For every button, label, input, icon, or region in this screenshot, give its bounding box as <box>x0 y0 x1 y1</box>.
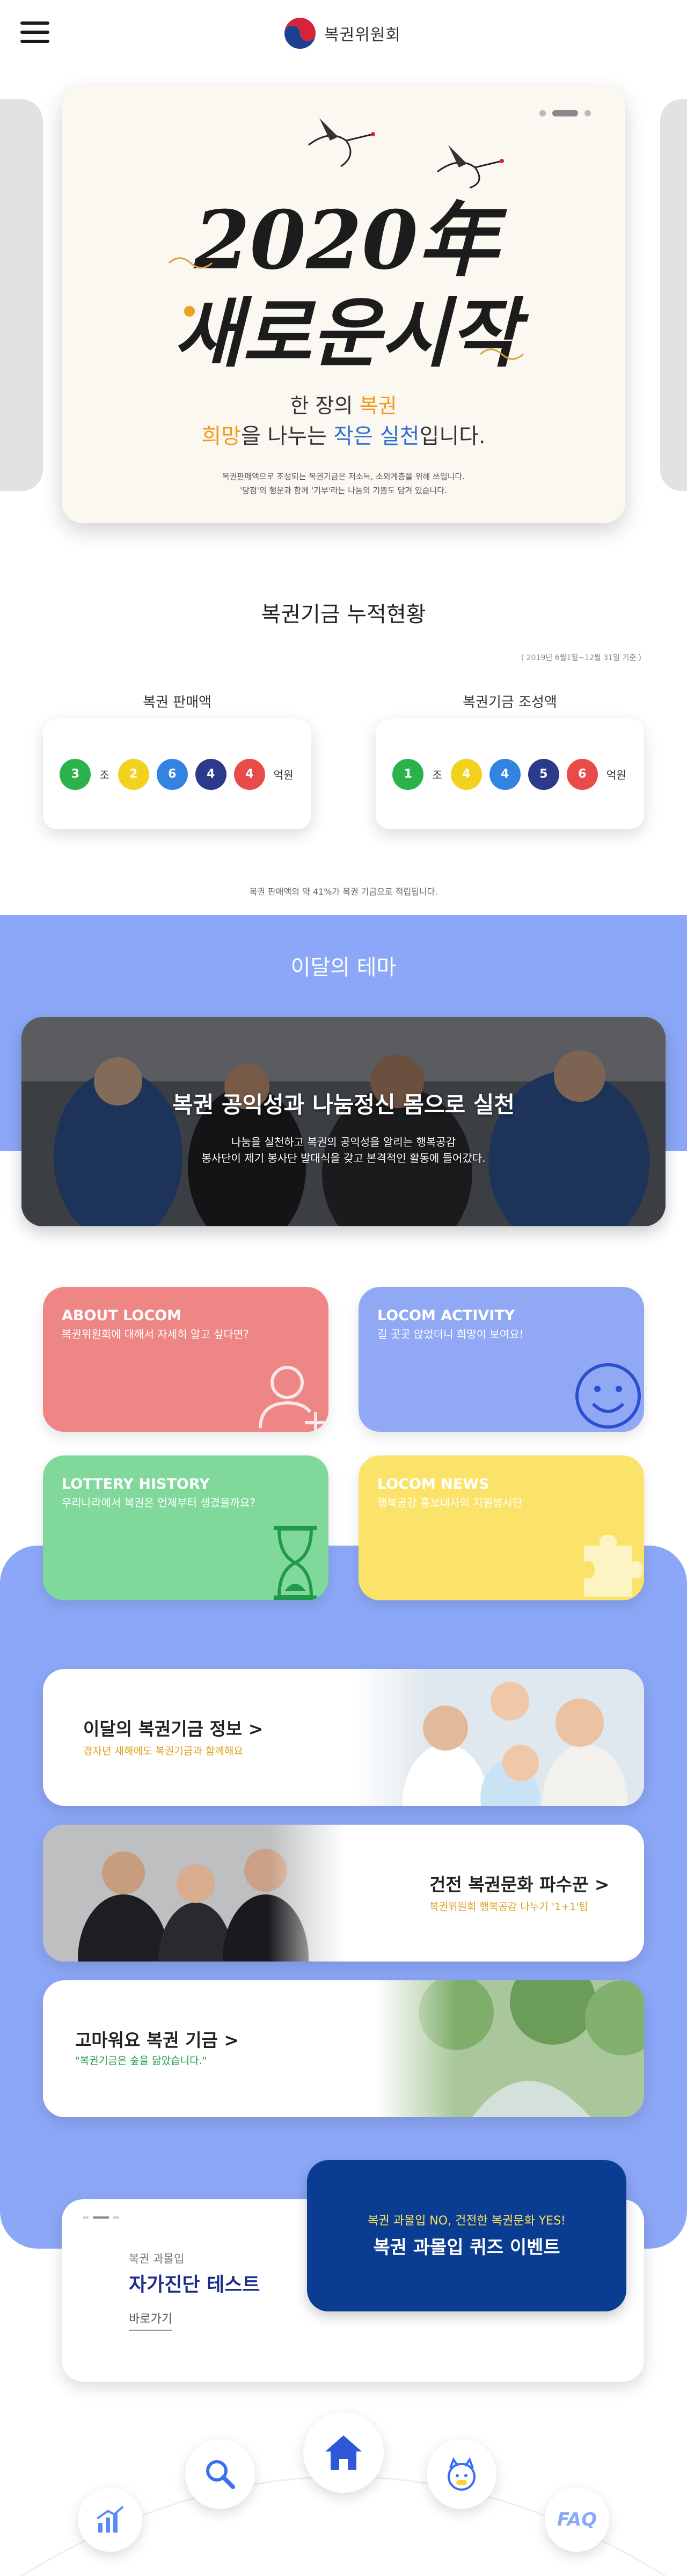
digit-badge: 5 <box>528 758 559 790</box>
self-test-title: 자가진단 테스트 <box>129 2274 260 2296</box>
hero-line-1: 한 장의 복권 <box>290 394 397 418</box>
slide-indicator[interactable] <box>539 110 591 116</box>
digit-badge: 6 <box>566 758 598 790</box>
digit-badge: 3 <box>60 758 91 790</box>
faq-label: FAQ <box>557 2509 597 2530</box>
fund-status-title: 복권기금 누적현황 <box>261 602 426 627</box>
tile-subtitle: 행복공감 홍보대사의 지원봉사단 <box>377 1496 523 1509</box>
digit-badge: 4 <box>233 758 265 790</box>
stats-icon <box>96 2506 124 2533</box>
next-slide-peek[interactable] <box>660 99 687 491</box>
taegeuk-logo-icon <box>283 17 317 50</box>
info-card-subtitle: "복권기금은 숲을 닮았습니다." <box>75 2055 207 2067</box>
info-card-culture-guardians[interactable]: 건전 복권문화 파수꾼 > 복권위원회 행복공감 나누기 '1+1'팀 <box>43 1825 644 1962</box>
fund-amount-card: 1 조 4 4 5 6 억원 <box>376 719 644 829</box>
add-user-icon <box>259 1366 326 1432</box>
slide-dot[interactable] <box>539 110 546 116</box>
fund-period: ( 2019년 6월1일~12월 31일 기준 ) <box>521 654 641 662</box>
self-test-indicator <box>83 2216 119 2219</box>
tile-locom-news[interactable]: LOCOM NEWS 행복공감 홍보대사의 지원봉사단 <box>359 1455 644 1600</box>
mascot-button[interactable] <box>427 2439 496 2509</box>
svg-text:2020年: 2020年 <box>193 193 507 288</box>
unit-label: 조 <box>99 769 109 781</box>
family-photo <box>354 1669 644 1806</box>
tile-subtitle: 복권위원회에 대해서 자세히 알고 싶다면? <box>62 1328 249 1341</box>
slide-dot[interactable] <box>584 110 591 116</box>
self-test-link[interactable]: 바로가기 <box>129 2309 172 2331</box>
prev-slide-peek[interactable] <box>0 99 43 491</box>
puzzle-icon <box>584 1535 643 1597</box>
mascot-icon <box>448 2457 476 2491</box>
tile-title: LOCOM NEWS <box>377 1476 489 1492</box>
info-card-thanks-fund[interactable]: 고마워요 복권 기금 > "복권기금은 숲을 닮았습니다." <box>43 1980 644 2117</box>
home-button[interactable] <box>303 2412 384 2493</box>
hero-banner[interactable]: 2020年 새로운시작 한 장의 복권 희망을 나누는 작은 실천입니다. 복권… <box>62 86 625 523</box>
unit-label: 억원 <box>606 769 626 781</box>
digit-badge: 4 <box>489 758 521 790</box>
unit-label: 억원 <box>273 769 294 781</box>
tile-subtitle: 길 곳곳 앉었더니 희망이 보여요! <box>377 1328 524 1341</box>
tile-about-locom[interactable]: ABOUT LOCOM 복권위원회에 대해서 자세히 알고 싶다면? <box>43 1287 328 1432</box>
slide-dot-active[interactable] <box>552 110 578 116</box>
digit-badge: 1 <box>392 758 424 790</box>
tile-lottery-history[interactable]: LOTTERY HISTORY 우리나라에서 복권은 언제부터 생겼을까요? <box>43 1455 328 1600</box>
faq-button[interactable]: FAQ <box>545 2487 609 2552</box>
quiz-line-2: 복권 과몰입 퀴즈 이벤트 <box>373 2237 560 2258</box>
team-photo <box>43 1825 344 1962</box>
theme-description: 나눔을 실천하고 복권의 공익성을 알리는 행복공감 봉사단이 제기 봉사단 발… <box>201 1136 486 1165</box>
theme-headline: 복권 공익성과 나눔정신 몸으로 실천 <box>172 1092 515 1118</box>
info-card-subtitle: 경자년 새해에도 복권기금과 함께해요 <box>83 1745 243 1757</box>
hero-line-2: 희망을 나누는 작은 실천입니다. <box>201 424 486 449</box>
quiz-line-1: 복권 과몰입 NO, 건전한 복권문화 YES! <box>368 2214 566 2228</box>
self-test-pre: 복권 과몰입 <box>129 2252 185 2265</box>
tile-locom-activity[interactable]: LOCOM ACTIVITY 길 곳곳 앉었더니 희망이 보여요! <box>359 1287 644 1432</box>
unit-label: 조 <box>432 769 442 781</box>
tile-title: LOCOM ACTIVITY <box>377 1307 515 1324</box>
hamburger-menu-icon[interactable] <box>20 21 49 43</box>
tile-title: LOTTERY HISTORY <box>62 1476 210 1492</box>
home-icon <box>325 2435 362 2470</box>
svg-text:새로운시작: 새로운시작 <box>173 290 529 378</box>
fund-label: 복권기금 조성액 <box>463 694 557 711</box>
sales-label: 복권 판매액 <box>143 694 211 711</box>
info-card-subtitle: 복권위원회 행복공감 나누기 '1+1'팀 <box>429 1901 588 1913</box>
fund-note: 복권 판매액의 약 41%가 복권 기금으로 적립됩니다. <box>249 887 438 897</box>
logo-text: 복권위원회 <box>324 26 401 45</box>
new-year-calligraphy: 2020年 새로운시작 <box>168 193 529 378</box>
hero-description: 복권판매액으로 조성되는 복권기금은 저소득, 소외계층을 위해 쓰입니다. '… <box>222 472 465 495</box>
digit-badge: 6 <box>156 758 188 790</box>
sales-amount-card: 3 조 2 6 4 4 억원 <box>43 719 311 829</box>
info-card-title: 이달의 복권기금 정보 > <box>83 1718 264 1739</box>
tile-subtitle: 우리나라에서 복권은 언제부터 생겼을까요? <box>62 1496 255 1509</box>
hourglass-icon <box>274 1526 317 1600</box>
tile-title: ABOUT LOCOM <box>62 1307 182 1324</box>
theme-title: 이달의 테마 <box>290 955 397 980</box>
digit-badge: 4 <box>450 758 482 790</box>
search-button[interactable] <box>185 2439 255 2509</box>
info-card-title: 건전 복권문화 파수꾼 > <box>429 1874 610 1895</box>
theme-feature-card[interactable]: 복권 공익성과 나눔정신 몸으로 실천 나눔을 실천하고 복권의 공익성을 알리… <box>21 1017 666 1226</box>
digit-badge: 2 <box>118 758 149 790</box>
site-logo[interactable]: 복권위원회 <box>283 16 401 50</box>
stats-button[interactable] <box>78 2487 142 2552</box>
volunteers-photo <box>21 1017 666 1226</box>
forest-photo <box>376 1980 644 2117</box>
digit-badge: 4 <box>195 758 226 790</box>
info-card-fund-info[interactable]: 이달의 복권기금 정보 > 경자년 새해에도 복권기금과 함께해요 <box>43 1669 644 1806</box>
quiz-event-banner[interactable]: 복권 과몰입 NO, 건전한 복권문화 YES! 복권 과몰입 퀴즈 이벤트 <box>307 2160 626 2311</box>
info-card-title: 고마워요 복권 기금 > <box>75 2030 239 2051</box>
search-icon <box>206 2460 235 2489</box>
smile-icon <box>575 1363 641 1429</box>
